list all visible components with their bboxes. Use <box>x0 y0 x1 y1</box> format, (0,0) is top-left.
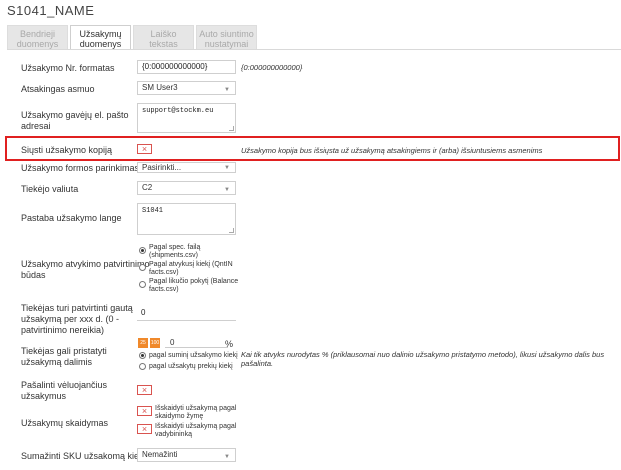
resize-handle-icon[interactable] <box>229 126 234 131</box>
order-note-textarea[interactable]: S1041 <box>137 203 236 235</box>
tab-bar: Bendrieji duomenys Užsakymų duomenys Laišk… <box>7 25 259 50</box>
confirm-method-option-label: Pagal atvykusį kiekį (QntIN facts.csv) <box>149 261 233 276</box>
chevron-down-icon: ▼ <box>224 165 230 171</box>
order-note-label: Pastaba užsakymo lange <box>21 213 122 223</box>
partial-delivery-input[interactable]: 0 <box>165 338 228 348</box>
chevron-down-icon: ▼ <box>224 454 230 460</box>
window-header: S1041_NAME <box>0 0 621 24</box>
split-by-marker-label: Išskaidyti užsakymą pagal skaidymo žymę <box>155 405 237 420</box>
order-number-format-label: Užsakymo Nr. formatas <box>21 63 115 73</box>
chevron-down-icon: ▼ <box>224 187 230 193</box>
currency-label: Tiekėjo valiuta <box>21 184 79 194</box>
split-by-marker-checkbox[interactable]: × <box>137 406 152 416</box>
partial-delivery-option-label: pagal suminį užsakymo kiekį <box>149 352 238 359</box>
split-label: Užsakymų skaidymas <box>21 418 109 428</box>
confirm-method-option-label: Pagal likučio pokytį (Balance facts.csv) <box>149 278 239 293</box>
partial-delivery-option-label: pagal užsakytų prekių kiekį <box>149 363 233 370</box>
tab-auto-send[interactable]: Auto siuntimo nustatymai <box>196 25 257 50</box>
confirm-method-option-label: Pagal spec. failą (shipments.csv) <box>149 244 201 259</box>
form-params-label: Užsakymo formos parinkimas <box>21 163 140 173</box>
percent-unit: % <box>225 339 234 349</box>
preset-25-button[interactable]: 25 <box>138 338 148 348</box>
send-copy-note: Užsakymo kopija bus išsiųsta už užsakymą… <box>241 146 543 155</box>
responsible-person-label: Atsakingas asmuo <box>21 84 95 94</box>
preset-100-button[interactable]: 100 <box>150 338 160 348</box>
partial-delivery-label: Tiekėjas gali pristatyti užsakymą dalimis <box>21 346 107 367</box>
tab-letter-text[interactable]: Laiško tekstas <box>133 25 194 50</box>
tab-divider <box>7 49 621 50</box>
partial-delivery-radio-items[interactable] <box>139 363 146 370</box>
confirm-days-input[interactable]: 0 <box>137 307 236 321</box>
partial-delivery-note: Kai tik atvyks nurodytas % (priklausomai… <box>241 350 605 368</box>
confirm-method-radio-qnt-in[interactable] <box>139 264 146 271</box>
currency-select[interactable]: C2 ▼ <box>137 181 236 195</box>
chevron-down-icon: ▼ <box>224 87 230 93</box>
page-title: S1041_NAME <box>7 3 95 18</box>
tab-order-data[interactable]: Užsakymų duomenys <box>70 25 131 50</box>
receiver-email-textarea[interactable]: support@stockm.eu <box>137 103 236 133</box>
order-number-format-preview: {0:000000000000} <box>241 63 303 72</box>
confirm-method-radio-balance[interactable] <box>139 281 146 288</box>
confirm-method-label: Užsakymo atvykimo patvirtinimo būdas <box>21 259 150 280</box>
confirm-method-radio-spec-file[interactable] <box>139 247 146 254</box>
split-by-manager-checkbox[interactable]: × <box>137 424 152 434</box>
reduce-sku-select[interactable]: Nemažinti ▼ <box>137 448 236 462</box>
receiver-email-label: Užsakymo gavėjų el. pašto adresai <box>21 110 129 131</box>
order-number-format-input[interactable]: {0:000000000000} <box>137 60 236 74</box>
responsible-person-select[interactable]: SM User3 ▼ <box>137 81 236 95</box>
form-params-select[interactable]: Pasirinkti... ▼ <box>137 162 236 173</box>
send-copy-label: Siųsti užsakymo kopiją <box>21 145 113 155</box>
remove-late-label: Pašalinti vėluojančius užsakymus <box>21 380 108 401</box>
send-copy-checkbox[interactable]: × <box>137 144 152 154</box>
split-by-manager-label: Išskaidyti užsakymą pagal vadybininką <box>155 423 237 438</box>
reduce-sku-label: Sumažinti SKU užsakomą kiekį <box>21 451 146 461</box>
remove-late-checkbox[interactable]: × <box>137 385 152 395</box>
partial-delivery-radio-total[interactable] <box>139 352 146 359</box>
confirm-days-label: Tiekėjas turi patvirtinti gautą užsakymą … <box>21 303 133 335</box>
tab-general[interactable]: Bendrieji duomenys <box>7 25 68 50</box>
resize-handle-icon[interactable] <box>229 228 234 233</box>
